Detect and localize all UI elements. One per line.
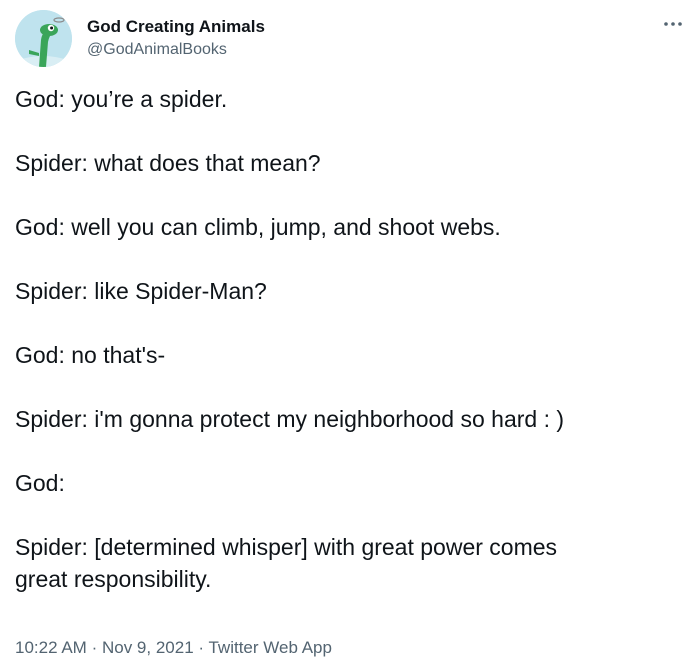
tweet-header: God Creating Animals @GodAnimalBooks (15, 10, 685, 70)
author-handle[interactable]: @GodAnimalBooks (87, 40, 265, 60)
tweet-line: Spider: like Spider-Man? (15, 278, 267, 304)
avatar[interactable] (15, 10, 72, 67)
tweet-line: God: (15, 470, 65, 496)
author-display-name[interactable]: God Creating Animals (87, 17, 265, 37)
tweet-line: Spider: i'm gonna protect my neighborhoo… (15, 406, 565, 432)
meta-separator: · (91, 638, 98, 657)
tweet-meta: 10:22 AM · Nov 9, 2021 · Twitter Web App (15, 637, 332, 659)
tweet-time[interactable]: 10:22 AM (15, 638, 87, 657)
cartoon-animal-avatar-icon (15, 10, 72, 67)
tweet-line: great responsibility. (15, 566, 212, 592)
tweet-line: Spider: what does that mean? (15, 150, 321, 176)
meta-separator: · (198, 638, 205, 657)
tweet-card: God Creating Animals @GodAnimalBooks God… (0, 0, 700, 672)
author-names: God Creating Animals @GodAnimalBooks (87, 17, 265, 60)
tweet-line: God: no that's- (15, 342, 166, 368)
tweet-source[interactable]: Twitter Web App (208, 638, 331, 657)
tweet-line: God: well you can climb, jump, and shoot… (15, 214, 501, 240)
tweet-date[interactable]: Nov 9, 2021 (102, 638, 194, 657)
tweet-text: God: you’re a spider. Spider: what does … (15, 83, 680, 595)
tweet-line: Spider: [determined whisper] with great … (15, 534, 558, 560)
more-dots-icon[interactable] (661, 14, 685, 34)
tweet-line: God: you’re a spider. (15, 86, 228, 112)
